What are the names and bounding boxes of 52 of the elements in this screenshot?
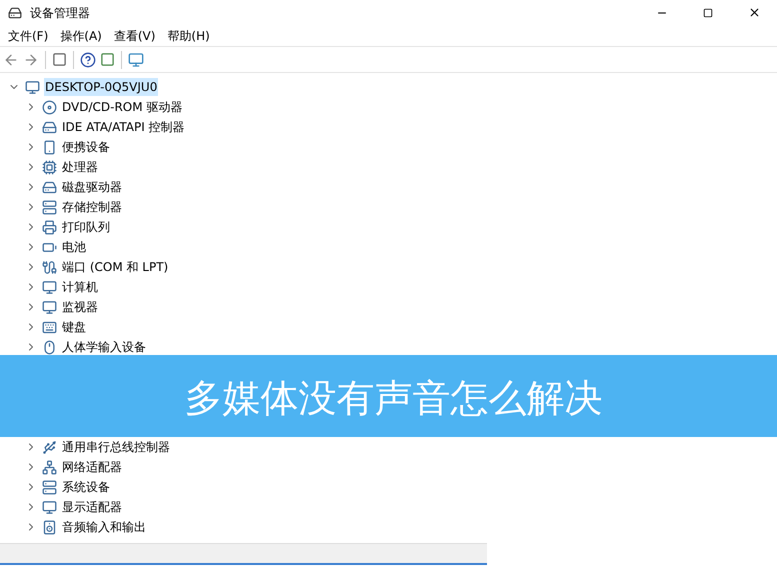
device-icon [42, 300, 57, 314]
menu-item[interactable]: 帮助(H) [161, 26, 216, 44]
tree-item[interactable]: 打印队列 [61, 218, 111, 236]
maximize-icon [703, 8, 713, 18]
device-icon [25, 80, 40, 94]
device-icon [42, 440, 57, 454]
tree-item[interactable]: 键盘 [61, 318, 87, 336]
device-icon [42, 160, 57, 174]
menu-item[interactable]: 查看(V) [108, 26, 162, 44]
device-icon [42, 180, 57, 194]
tree-item[interactable]: 音频输入和输出 [61, 518, 147, 536]
close-icon [748, 6, 760, 19]
device-manager-icon [8, 6, 22, 20]
banner-title: 多媒体没有声音怎么解决 [184, 376, 602, 420]
device-icon [42, 520, 57, 534]
tree-item[interactable]: DVD/CD-ROM 驱动器 [61, 98, 184, 116]
help-icon[interactable] [80, 52, 96, 68]
window-title: 设备管理器 [30, 4, 90, 22]
device-icon [42, 480, 57, 494]
tree-item[interactable]: 显示适配器 [61, 498, 123, 516]
tree-item[interactable]: 系统设备 [61, 478, 111, 496]
tree-item[interactable]: 便携设备 [61, 138, 111, 156]
window-icon[interactable] [100, 52, 115, 67]
tree-item[interactable]: 计算机 [61, 278, 99, 296]
device-icon [42, 280, 57, 294]
device-icon [42, 500, 57, 514]
device-icon [42, 460, 57, 474]
device-icon [42, 260, 57, 274]
tree-item[interactable]: DESKTOP-0Q5VJU0 [44, 78, 158, 96]
device-icon [42, 200, 57, 214]
tree-item[interactable]: 端口 (COM 和 LPT) [61, 258, 170, 276]
device-icon [42, 120, 57, 134]
tree-item[interactable]: 处理器 [61, 158, 99, 176]
device-icon [42, 340, 57, 354]
scan-monitor-icon[interactable] [128, 52, 144, 68]
tree-item[interactable]: 监视器 [61, 298, 99, 316]
device-icon [42, 140, 57, 154]
window-icon[interactable] [52, 52, 67, 67]
tree-item[interactable]: 通用串行总线控制器 [61, 438, 171, 456]
tree-item[interactable]: 人体学输入设备 [61, 338, 147, 356]
device-icon [42, 100, 57, 114]
device-icon [42, 220, 57, 234]
back-icon[interactable] [3, 52, 19, 68]
tree-item[interactable]: 存储控制器 [61, 198, 123, 216]
device-icon [42, 320, 57, 334]
tree-item[interactable]: 网络适配器 [61, 458, 123, 476]
menu-item[interactable]: 操作(A) [54, 26, 108, 44]
tree-item[interactable]: 电池 [61, 238, 87, 256]
forward-icon[interactable] [23, 52, 39, 68]
tree-item[interactable]: IDE ATA/ATAPI 控制器 [61, 118, 186, 136]
tree-item[interactable]: 磁盘驱动器 [61, 178, 123, 196]
menu-item[interactable]: 文件(F) [2, 26, 54, 44]
